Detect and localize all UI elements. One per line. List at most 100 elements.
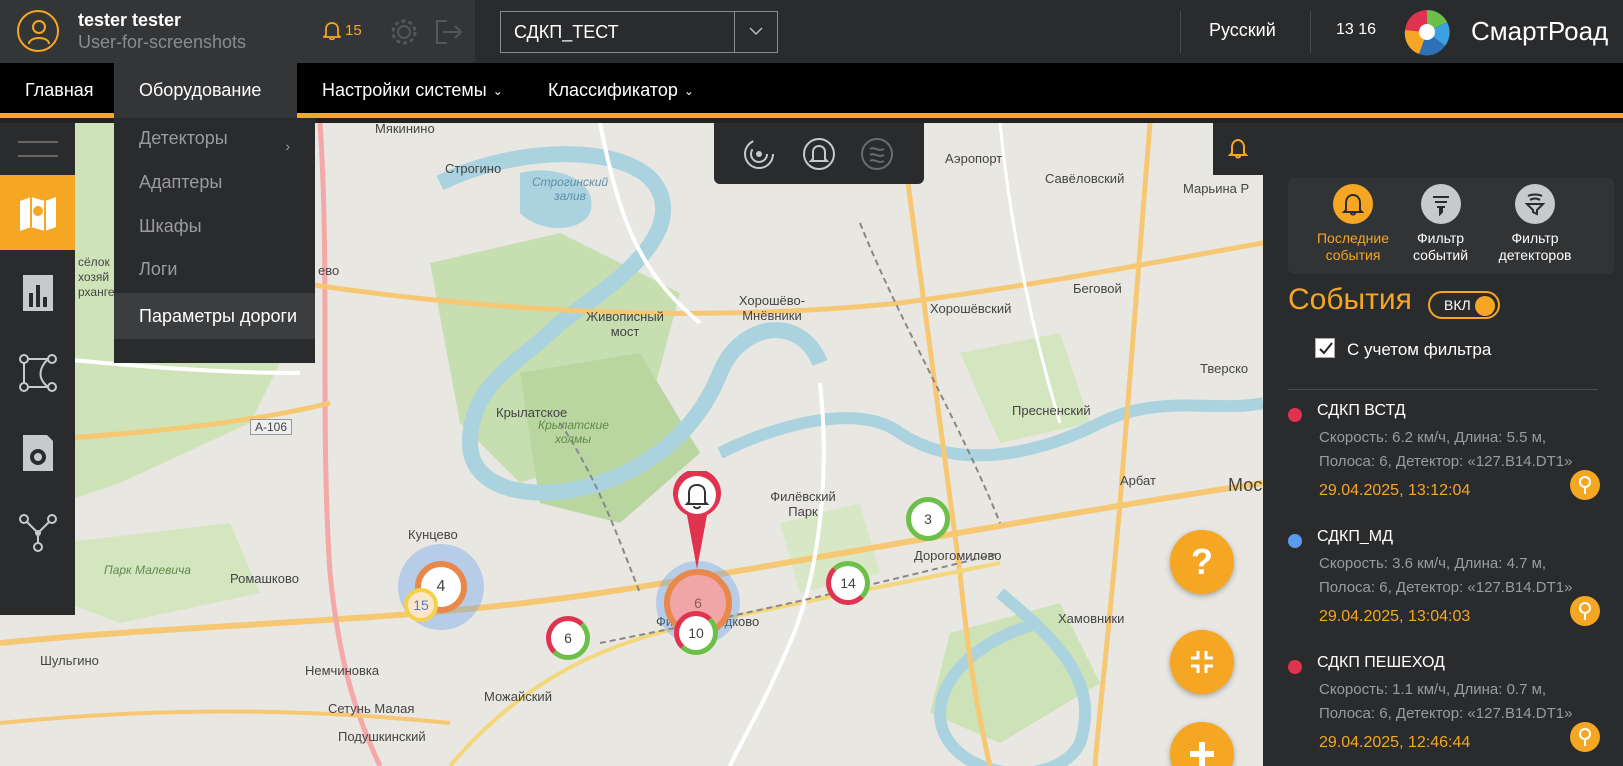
event-cluster[interactable]: 15 bbox=[404, 588, 438, 622]
event-title: СДКП ВСТД bbox=[1317, 402, 1406, 419]
submenu-item-detectors[interactable]: Детекторы bbox=[139, 128, 228, 149]
locate-pin-icon[interactable] bbox=[1570, 470, 1600, 500]
event-status-dot bbox=[1288, 408, 1302, 422]
submenu-item-logs[interactable]: Логи bbox=[139, 259, 177, 280]
locate-pin-icon[interactable] bbox=[1570, 722, 1600, 752]
event-desc-line: Скорость: 3.6 км/ч, Длина: 4.7 м, bbox=[1319, 555, 1547, 572]
submenu-item-cabinets[interactable]: Шкафы bbox=[139, 216, 202, 237]
notifications-button[interactable]: 15 bbox=[323, 20, 362, 40]
chevron-down-icon[interactable] bbox=[734, 12, 777, 52]
submenu-item-road-params[interactable]: Параметры дороги bbox=[114, 293, 315, 339]
event-description: Скорость: 3.6 км/ч, Длина: 4.7 м, Полоса… bbox=[1319, 552, 1609, 600]
heatmap-layer-icon[interactable] bbox=[860, 137, 894, 171]
map-label: Сетунь Малая bbox=[328, 701, 415, 716]
help-button-label: ? bbox=[1191, 541, 1213, 582]
map-label: Марьина Р bbox=[1183, 181, 1250, 196]
left-rail bbox=[0, 123, 75, 615]
detector-filter-icon bbox=[1515, 184, 1555, 224]
map-toolbar bbox=[714, 123, 924, 184]
alert-marker-icon[interactable] bbox=[672, 469, 722, 571]
event-item[interactable]: СДКП ПЕШЕХОД Скорость: 1.1 км/ч, Длина: … bbox=[1288, 654, 1608, 764]
map-label: Крылатские холмы bbox=[538, 418, 609, 446]
map-label: Строгинский залив bbox=[531, 175, 609, 203]
notifications-count: 15 bbox=[345, 21, 362, 39]
event-cluster[interactable]: 10 bbox=[674, 611, 718, 655]
gear-icon[interactable] bbox=[389, 17, 419, 52]
map-label: Немчиновка bbox=[305, 663, 380, 678]
event-item[interactable]: СДКП ВСТД Скорость: 6.2 км/ч, Длина: 5.5… bbox=[1288, 402, 1608, 512]
user-block: tester tester User-for-screenshots 15 bbox=[0, 0, 475, 63]
logout-icon[interactable] bbox=[433, 17, 463, 52]
map-notifications-toggle[interactable] bbox=[1213, 123, 1263, 175]
events-title: События bbox=[1288, 283, 1412, 316]
project-select[interactable]: СДКП_ТЕСТ bbox=[500, 11, 778, 53]
toggle-label: ВКЛ bbox=[1444, 297, 1471, 313]
event-time: 29.04.2025, 13:04:03 bbox=[1319, 608, 1471, 625]
map-label: Хамовники bbox=[1058, 611, 1125, 626]
menu-item-system-settings[interactable]: Настройки системы ⌄ bbox=[297, 63, 528, 118]
collapse-arrows-icon bbox=[1191, 651, 1213, 673]
user-avatar-icon[interactable] bbox=[17, 10, 59, 52]
event-desc-line: Скорость: 6.2 км/ч, Длина: 5.5 м, bbox=[1319, 429, 1547, 446]
event-cluster[interactable]: 6 bbox=[546, 616, 590, 660]
map-label: Пресненский bbox=[1012, 403, 1091, 418]
help-button[interactable]: ? bbox=[1170, 530, 1234, 594]
menu-item-classifier[interactable]: Классификатор ⌄ bbox=[523, 63, 719, 118]
tab-recent-events[interactable]: Последние события bbox=[1308, 184, 1398, 264]
locate-pin-icon[interactable] bbox=[1570, 596, 1600, 626]
map-label: Мос bbox=[1228, 475, 1263, 495]
event-title: СДКП ПЕШЕХОД bbox=[1317, 654, 1445, 671]
detector-signal-icon[interactable] bbox=[742, 137, 776, 171]
plus-icon bbox=[1190, 742, 1214, 766]
filter-checkbox-label: С учетом фильтра bbox=[1347, 340, 1492, 359]
event-title: СДКП_МД bbox=[1317, 528, 1393, 545]
cluster-count-label: 14 bbox=[840, 575, 856, 591]
network-icon[interactable] bbox=[0, 495, 75, 570]
events-toggle[interactable]: ВКЛ bbox=[1428, 291, 1500, 319]
tab-event-filter[interactable]: Фильтр событий bbox=[1403, 184, 1478, 264]
map-label: Живописный мост bbox=[586, 309, 664, 339]
map-label: Мякинино bbox=[375, 123, 435, 136]
hamburger-menu-icon[interactable] bbox=[0, 123, 75, 175]
tab-label: Последние события bbox=[1316, 230, 1389, 263]
submenu-item-adapters[interactable]: Адаптеры bbox=[139, 172, 222, 193]
menu-item-label: Оборудование bbox=[139, 80, 262, 100]
menu-item-label: Классификатор bbox=[548, 80, 678, 100]
workflow-icon[interactable] bbox=[0, 335, 75, 410]
alarm-layer-icon[interactable] bbox=[802, 137, 836, 171]
language-selector[interactable]: Русский bbox=[1209, 20, 1276, 41]
map-nav-icon[interactable] bbox=[0, 175, 75, 250]
event-item[interactable]: СДКП_МД Скорость: 3.6 км/ч, Длина: 4.7 м… bbox=[1288, 528, 1608, 638]
device-icon[interactable] bbox=[0, 415, 75, 490]
chevron-right-icon: › bbox=[285, 138, 290, 154]
toggle-knob bbox=[1475, 296, 1495, 316]
event-status-dot bbox=[1288, 534, 1302, 548]
map-label: Савёловский bbox=[1045, 171, 1125, 186]
event-cluster[interactable]: 3 bbox=[906, 497, 950, 541]
brand-logo-icon bbox=[1399, 4, 1457, 58]
panel-tabs: Последние события Фильтр событий Фильтр … bbox=[1288, 178, 1614, 274]
user-login: User-for-screenshots bbox=[78, 32, 247, 52]
menu-item-equipment[interactable]: Оборудование⌄ bbox=[114, 63, 297, 153]
menu-item-home[interactable]: Главная bbox=[0, 63, 119, 118]
tab-detector-filter[interactable]: Фильтр детекторов bbox=[1485, 184, 1585, 264]
event-desc-line: Полоса: 6, Детектор: «127.B14.DT1» bbox=[1319, 579, 1573, 596]
fit-bounds-button[interactable] bbox=[1170, 630, 1234, 694]
map-label: Хорошёвский bbox=[930, 301, 1012, 316]
map-label: Ромашково bbox=[230, 571, 299, 586]
user-name: tester tester bbox=[78, 10, 182, 30]
cluster-count-label: 15 bbox=[413, 597, 429, 613]
event-description: Скорость: 6.2 км/ч, Длина: 5.5 м, Полоса… bbox=[1319, 426, 1609, 474]
clock: 13 16 bbox=[1336, 21, 1377, 38]
bell-icon bbox=[323, 22, 341, 40]
reports-chart-icon[interactable] bbox=[0, 255, 75, 330]
tab-label: Фильтр событий bbox=[1412, 230, 1469, 263]
cluster-count-label: 6 bbox=[564, 630, 572, 646]
filter-checkbox[interactable] bbox=[1315, 338, 1335, 358]
equipment-submenu: Детекторы › Адаптеры Шкафы Логи Параметр… bbox=[114, 118, 315, 363]
cluster-count-label: 10 bbox=[688, 625, 704, 641]
brand-name: СмартРоад bbox=[1471, 16, 1609, 46]
event-cluster[interactable]: 14 bbox=[826, 561, 870, 605]
chevron-down-icon: ⌄ bbox=[683, 83, 694, 98]
map-label: сёлок хозяй рханге bbox=[78, 255, 115, 299]
